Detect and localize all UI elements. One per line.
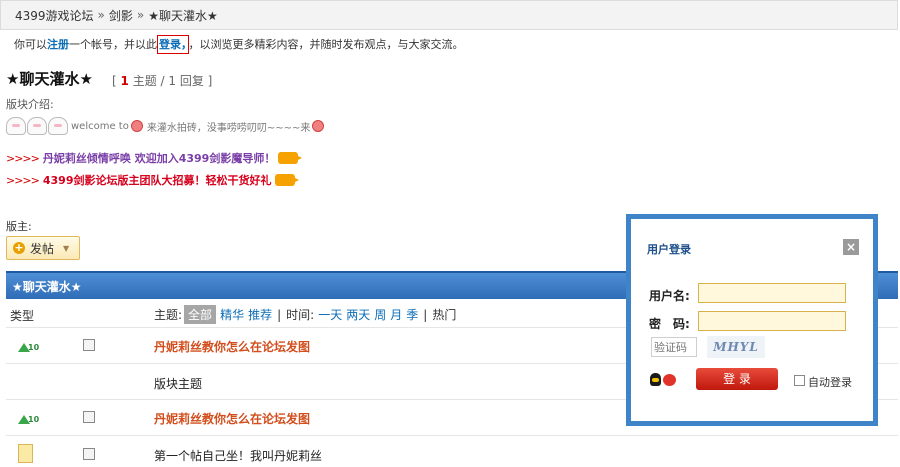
plus-icon: + xyxy=(13,241,25,254)
forum-tagline: 来灌水拍砖，没事唠唠叨叨~~~~来 xyxy=(146,122,311,134)
bunny-icon xyxy=(6,117,26,135)
topics-label: 主题 xyxy=(132,74,157,88)
welcome-banner: welcome to 来灌水拍砖，没事唠唠叨叨~~~~来 xyxy=(6,114,326,138)
login-link-label: 登录 xyxy=(159,38,181,51)
filter-season[interactable]: 季 xyxy=(406,306,418,323)
filter-two-days[interactable]: 两天 xyxy=(346,306,370,323)
notice-middle: 一个帐号，并以此 xyxy=(69,38,157,51)
forum-title: ★聊天灌水★ xyxy=(6,70,93,88)
captcha-input[interactable] xyxy=(651,337,697,357)
bunny-icon xyxy=(27,117,47,135)
thread-subject-link[interactable]: 丹妮莉丝教你怎么在论坛发图 xyxy=(154,338,310,355)
table-row: 第一个帖自己坐！我叫丹妮莉丝 xyxy=(6,435,898,467)
notice-suffix: ，以浏览更多精彩内容，并随时发布观点，与大家交流。 xyxy=(188,38,464,51)
bunny-icon xyxy=(48,117,68,135)
username-input[interactable] xyxy=(698,283,846,303)
filter-subject-label: 主题: xyxy=(154,308,183,322)
login-dialog: 用户登录 × 用户名: 密 码: MHYL 登 录 自动登录 xyxy=(626,214,878,426)
filter-recommend[interactable]: 推荐 xyxy=(248,306,272,323)
hot-badge-icon xyxy=(274,174,299,186)
row-checkbox[interactable] xyxy=(83,339,95,351)
guest-notice: 你可以注册一个帐号，并以此 登录， ，以浏览更多精彩内容，并随时发布观点，与大家交流… xyxy=(14,35,464,54)
forum-intro-label: 版块介绍: xyxy=(6,98,54,111)
filter-all[interactable]: 全部 xyxy=(184,305,217,324)
login-link[interactable]: 登录， xyxy=(157,35,189,54)
auto-login-label: 自动登录 xyxy=(808,376,852,389)
new-post-label: 发帖 xyxy=(30,241,55,256)
password-input[interactable] xyxy=(698,311,846,331)
section-label: 版块主题 xyxy=(154,377,203,391)
login-dialog-title: 用户登录 xyxy=(647,243,691,256)
breadcrumb: 4399游戏论坛 » 剑影 » ★聊天灌水★ xyxy=(0,0,898,30)
filter-divider: | xyxy=(423,307,428,322)
register-link[interactable]: 注册 xyxy=(47,38,69,51)
moderator-label: 版主: xyxy=(6,220,32,233)
document-icon[interactable] xyxy=(18,444,33,463)
weibo-login-icon[interactable] xyxy=(663,374,676,386)
username-label: 用户名: xyxy=(649,289,690,303)
promo-text: 4399剑影论坛版主团队大招募！轻松干货好礼 xyxy=(42,174,272,187)
welcome-caption: welcome to xyxy=(71,120,129,132)
filter-divider: | xyxy=(277,307,282,322)
sun-icon xyxy=(312,120,325,132)
chevron-down-icon: ▼ xyxy=(63,243,70,253)
qq-login-icon[interactable] xyxy=(650,373,661,386)
password-label: 密 码: xyxy=(649,317,690,331)
promo-arrows: >>>> xyxy=(6,151,40,165)
breadcrumb-section-link[interactable]: 剑影 xyxy=(109,7,133,24)
reply-count: 1 xyxy=(168,74,177,88)
forum-stats: [ 1 主题 / 1 回复 ] xyxy=(112,74,213,88)
thread-subject-link[interactable]: 丹妮莉丝教你怎么在论坛发图 xyxy=(154,410,310,427)
filter-week[interactable]: 周 xyxy=(374,306,386,323)
filter-digest[interactable]: 精华 xyxy=(220,306,244,323)
filter-one-day[interactable]: 一天 xyxy=(318,306,342,323)
breadcrumb-current-forum: ★聊天灌水★ xyxy=(148,8,218,23)
up-arrow-icon[interactable]: 10 xyxy=(18,412,39,426)
promo-text: 丹妮莉丝倾情呼唤 欢迎加入4399剑影魔导师！ xyxy=(42,152,276,165)
row-checkbox[interactable] xyxy=(83,448,95,460)
hot-badge-icon xyxy=(278,152,303,164)
promo-arrows: >>>> xyxy=(6,173,40,187)
breadcrumb-separator: » xyxy=(136,8,145,22)
row-checkbox[interactable] xyxy=(83,411,95,423)
auto-login-checkbox[interactable] xyxy=(794,375,805,386)
topic-count: 1 xyxy=(120,74,129,88)
filter-hot[interactable]: 热门 xyxy=(432,306,456,323)
login-dialog-body: 用户登录 × 用户名: 密 码: MHYL 登 录 自动登录 xyxy=(631,219,873,421)
promo-link-moderator[interactable]: >>>> 4399剑影论坛版主团队大招募！轻松干货好礼 xyxy=(6,172,299,188)
thread-filters: 主题: 全部 精华 推荐 | 时间: 一天 两天 周 月 季 | 热门 xyxy=(154,305,456,324)
breadcrumb-home-link[interactable]: 4399游戏论坛 xyxy=(15,7,94,24)
replies-label: 回复 xyxy=(179,74,204,88)
thread-subject-link[interactable]: 第一个帖自己坐！我叫丹妮莉丝 xyxy=(154,447,322,464)
notice-prefix: 你可以 xyxy=(14,38,47,51)
close-icon[interactable]: × xyxy=(843,239,859,255)
up-arrow-icon[interactable]: 10 xyxy=(18,340,39,354)
filter-time-label: 时间: xyxy=(286,308,315,322)
captcha-image[interactable]: MHYL xyxy=(707,336,765,358)
new-post-button[interactable]: + 发帖 ▼ xyxy=(6,236,80,260)
breadcrumb-separator: » xyxy=(97,8,105,22)
login-button[interactable]: 登 录 xyxy=(696,368,778,390)
sun-icon xyxy=(130,120,143,132)
promo-link-mage[interactable]: >>>> 丹妮莉丝倾情呼唤 欢迎加入4399剑影魔导师！ xyxy=(6,150,303,166)
column-type-label: 类型 xyxy=(10,309,35,323)
filter-month[interactable]: 月 xyxy=(390,306,402,323)
